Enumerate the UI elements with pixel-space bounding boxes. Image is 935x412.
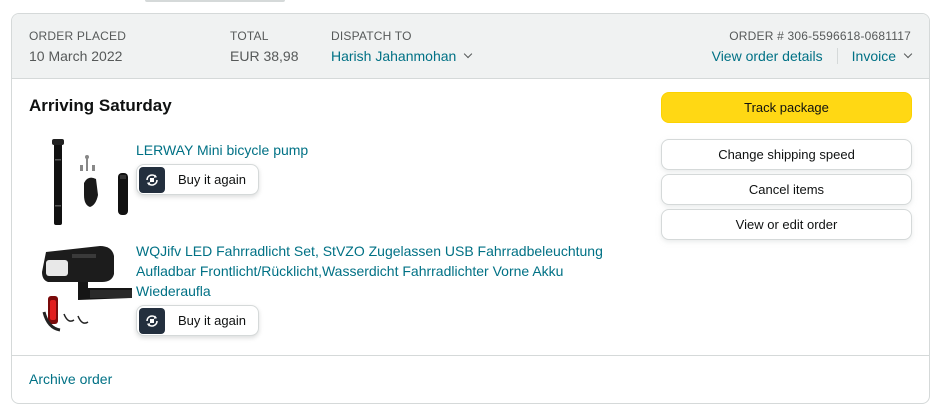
dispatch-recipient-dropdown[interactable]: Harish Jahanmohan	[331, 46, 473, 66]
order-placed-block: ORDER PLACED 10 March 2022	[29, 28, 126, 66]
dispatch-block: DISPATCH TO Harish Jahanmohan	[331, 28, 473, 66]
buy-again-label: Buy it again	[178, 172, 246, 187]
chevron-down-icon	[903, 49, 913, 58]
view-order-details-link[interactable]: View order details	[712, 46, 823, 66]
total-block: TOTAL EUR 38,98	[230, 28, 298, 66]
shipment-status-heading: Arriving Saturday	[29, 96, 172, 115]
order-number: ORDER # 306-5596618-0681117	[729, 29, 911, 43]
change-shipping-speed-button[interactable]: Change shipping speed	[661, 139, 912, 170]
chevron-down-icon	[464, 49, 473, 58]
reorder-icon	[139, 166, 165, 193]
order-header: ORDER PLACED 10 March 2022 TOTAL EUR 38,…	[12, 14, 929, 79]
view-or-edit-order-button[interactable]: View or edit order	[661, 209, 912, 240]
led-light-set-image[interactable]	[32, 242, 132, 334]
bicycle-pump-image[interactable]	[40, 135, 140, 230]
reorder-icon	[139, 307, 165, 334]
invoice-label: Invoice	[851, 48, 896, 64]
item-title-led-light-set[interactable]: WQJifv LED Fahrradlicht Set, StVZO Zugel…	[136, 241, 603, 301]
item-title-line-3: Wiederaufla	[136, 283, 211, 299]
order-footer: Archive order	[12, 355, 929, 403]
buy-again-button-led-light-set[interactable]: Buy it again	[136, 305, 259, 336]
item-title-bicycle-pump[interactable]: LERWAY Mini bicycle pump	[136, 140, 308, 160]
item-title-line-1: WQJifv LED Fahrradlicht Set, StVZO Zugel…	[136, 243, 603, 259]
track-package-button[interactable]: Track package	[661, 92, 912, 123]
previous-tab-edge	[145, 0, 285, 2]
archive-order-link[interactable]: Archive order	[29, 371, 112, 387]
item-title-line-2: Aufladbar Frontlicht/Rücklicht,Wasserdic…	[136, 263, 564, 279]
buy-again-button-bicycle-pump[interactable]: Buy it again	[136, 164, 259, 195]
order-card: ORDER PLACED 10 March 2022 TOTAL EUR 38,…	[11, 13, 930, 404]
dispatch-label: DISPATCH TO	[331, 29, 412, 43]
invoice-dropdown[interactable]: Invoice	[851, 46, 913, 66]
buy-again-label: Buy it again	[178, 313, 246, 328]
dispatch-recipient-name: Harish Jahanmohan	[331, 48, 457, 64]
cancel-items-button[interactable]: Cancel items	[661, 174, 912, 205]
total-value: EUR 38,98	[230, 48, 299, 64]
order-placed-date: 10 March 2022	[29, 48, 123, 64]
order-meta-block: ORDER # 306-5596618-0681117 View order d…	[712, 28, 913, 66]
link-divider	[836, 48, 838, 64]
total-label: TOTAL	[230, 29, 269, 43]
order-placed-label: ORDER PLACED	[29, 29, 127, 43]
